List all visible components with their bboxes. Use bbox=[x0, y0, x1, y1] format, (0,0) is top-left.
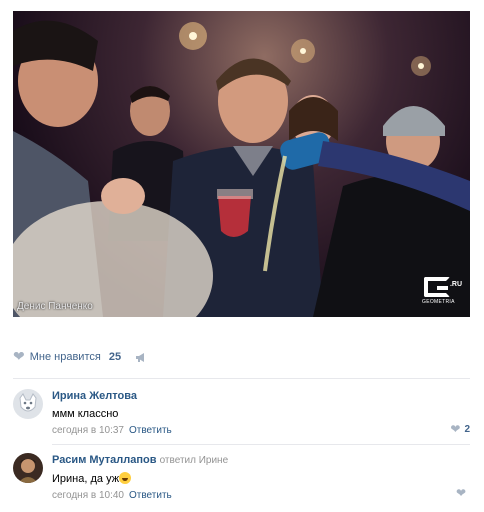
megaphone-icon[interactable] bbox=[135, 352, 147, 363]
like-button[interactable]: Мне нравится bbox=[30, 351, 101, 363]
comment-meta: сегодня в 10:40 Ответить bbox=[52, 489, 470, 503]
divider bbox=[13, 378, 470, 379]
photo-credit: Денис Панченко bbox=[17, 301, 93, 312]
user-photo-avatar bbox=[13, 453, 43, 483]
comment-author-line: Расим Муталлапов ответил Ирине bbox=[52, 453, 470, 468]
geometria-logo: .RU GEOMETRIA bbox=[422, 277, 462, 311]
divider bbox=[52, 444, 470, 445]
watermark-domain: .RU bbox=[449, 281, 462, 288]
dog-avatar-icon bbox=[13, 389, 43, 419]
comment-body: Ирина Желтова ммм классно сегодня в 10:3… bbox=[52, 389, 470, 438]
comment-text: ммм классно bbox=[52, 408, 119, 420]
comment-like-count: 2 bbox=[464, 423, 470, 435]
avatar[interactable] bbox=[13, 389, 43, 419]
comment-item: Ирина Желтова ммм классно сегодня в 10:3… bbox=[13, 389, 470, 439]
comment-like-button[interactable]: ❤ 2 bbox=[450, 422, 470, 436]
comment-text-content: Ирина, да уж bbox=[52, 473, 120, 485]
reply-button[interactable]: Ответить bbox=[129, 425, 172, 436]
heart-icon[interactable]: ❤ bbox=[13, 349, 25, 365]
comment-author[interactable]: Ирина Желтова bbox=[52, 389, 470, 403]
heart-icon: ❤ bbox=[455, 486, 466, 500]
comment-date[interactable]: сегодня в 10:37 bbox=[52, 425, 124, 436]
comment-text: Ирина, да уж bbox=[52, 471, 470, 487]
comment-author[interactable]: Расим Муталлапов bbox=[52, 454, 157, 466]
geometria-g-icon bbox=[424, 277, 450, 297]
party-scene-image bbox=[13, 20, 470, 317]
laughing-emoji-icon bbox=[119, 472, 132, 484]
heart-icon: ❤ bbox=[450, 422, 461, 436]
comment-item: Расим Муталлапов ответил Ирине Ирина, да… bbox=[13, 453, 470, 503]
comment-meta: сегодня в 10:37 Ответить bbox=[52, 424, 470, 438]
comment-like-button[interactable]: ❤ bbox=[456, 486, 470, 500]
like-bar: ❤ Мне нравится 25 bbox=[13, 344, 147, 370]
watermark-brand: GEOMETRIA bbox=[422, 299, 455, 305]
post-photo[interactable]: Денис Панченко .RU GEOMETRIA bbox=[13, 11, 470, 317]
avatar[interactable] bbox=[13, 453, 43, 483]
comment-body: Расим Муталлапов ответил Ирине Ирина, да… bbox=[52, 453, 470, 503]
reply-button[interactable]: Ответить bbox=[129, 490, 172, 501]
comment-date[interactable]: сегодня в 10:40 bbox=[52, 490, 124, 501]
like-count[interactable]: 25 bbox=[109, 351, 121, 363]
reply-to-text[interactable]: ответил Ирине bbox=[160, 455, 229, 466]
